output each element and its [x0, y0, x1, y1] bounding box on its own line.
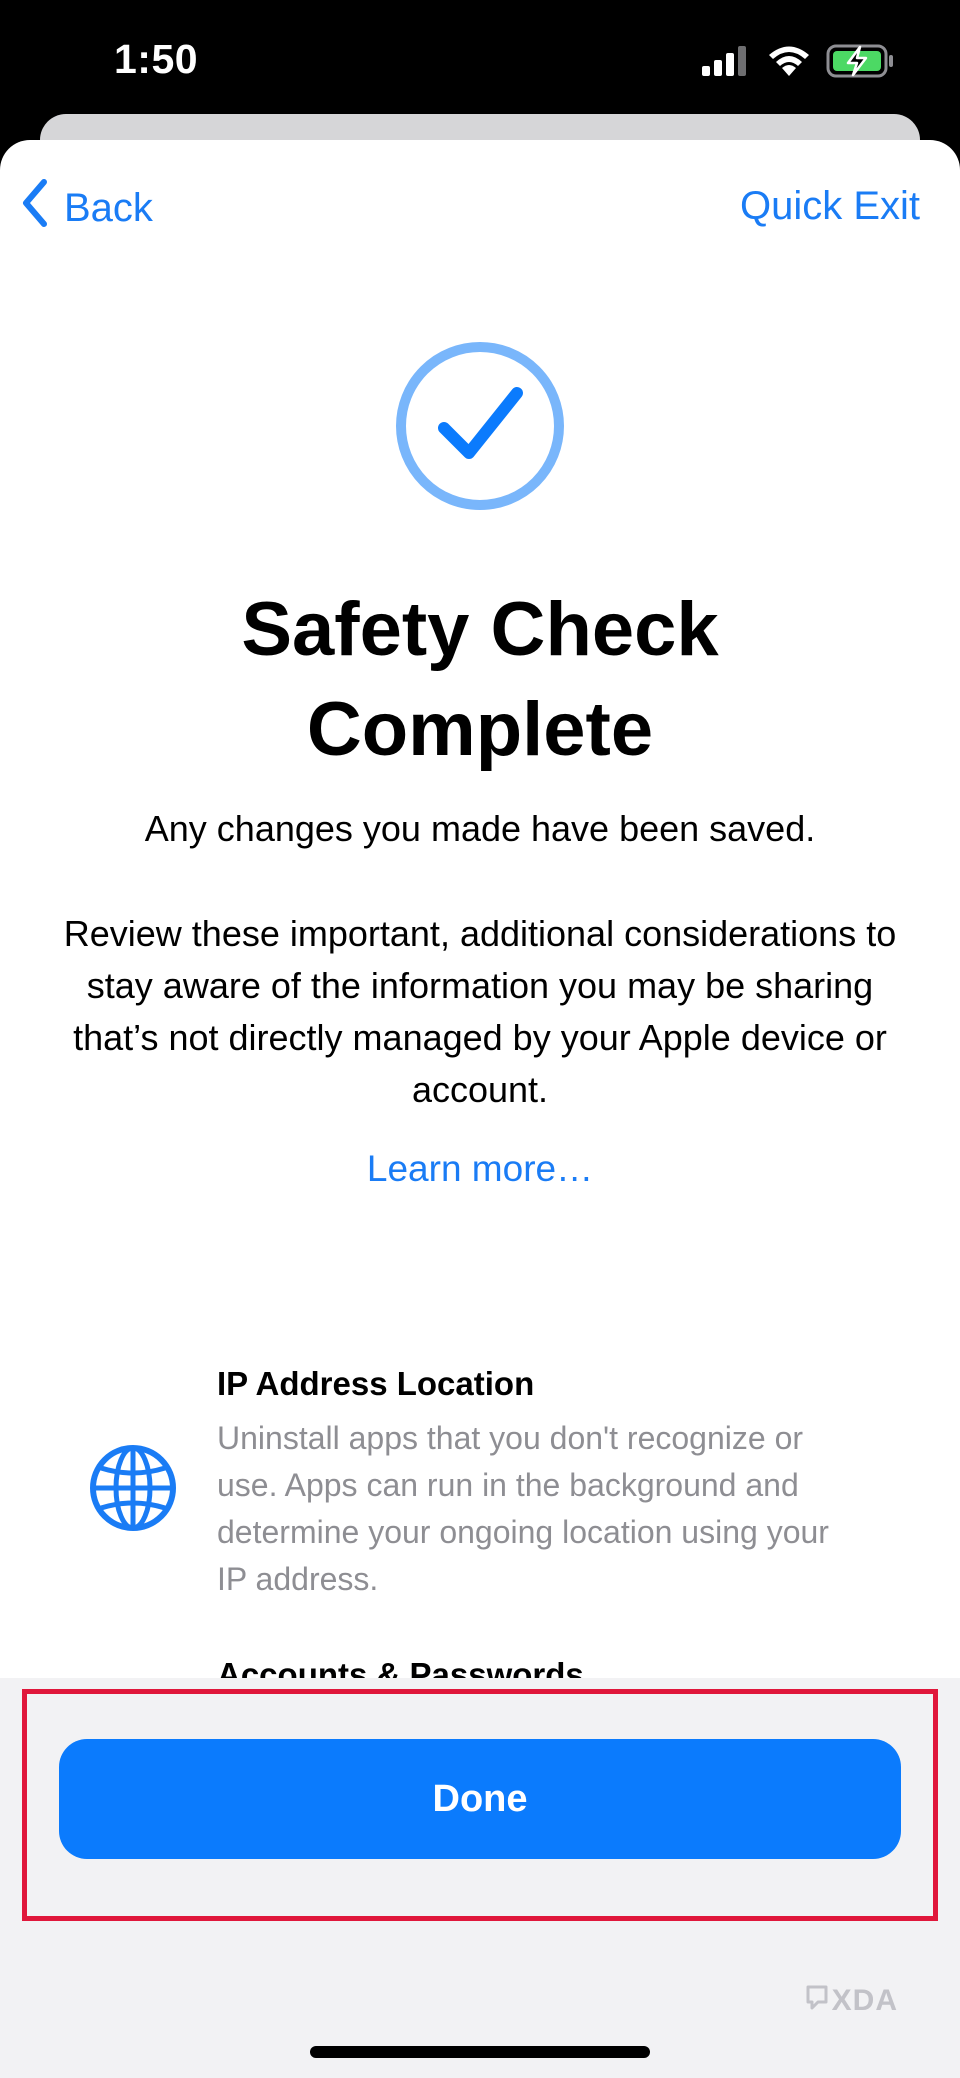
wifi-icon: [768, 45, 810, 82]
watermark-text: XDA: [831, 1984, 898, 2017]
home-indicator[interactable]: [310, 2046, 650, 2058]
back-button[interactable]: Back: [20, 178, 153, 238]
battery-charging-icon: [826, 44, 896, 83]
xda-watermark: XDA: [804, 1984, 898, 2018]
status-time: 1:50: [114, 36, 199, 82]
quick-exit-button[interactable]: Quick Exit: [740, 184, 920, 229]
saved-message: Any changes you made have been saved.: [144, 808, 816, 849]
considerations-description: Review these important, additional consi…: [63, 913, 897, 1110]
back-button-label: Back: [64, 185, 153, 230]
globe-icon: [88, 1443, 178, 1533]
page-title: Safety Check Complete: [241, 587, 719, 772]
list-item-title: IP Address Location: [217, 1365, 535, 1402]
status-icons: [702, 44, 896, 83]
status-bar: 1:50: [0, 0, 960, 118]
chevron-left-icon: [20, 178, 50, 238]
learn-more-link[interactable]: Learn more…: [0, 1148, 960, 1190]
done-button[interactable]: Done: [59, 1739, 901, 1859]
xda-logo-icon: [804, 1984, 830, 2018]
cellular-signal-icon: [702, 46, 752, 81]
list-item-description: Uninstall apps that you don't recognize …: [217, 1420, 829, 1597]
checkmark-circle-icon: [395, 341, 565, 511]
